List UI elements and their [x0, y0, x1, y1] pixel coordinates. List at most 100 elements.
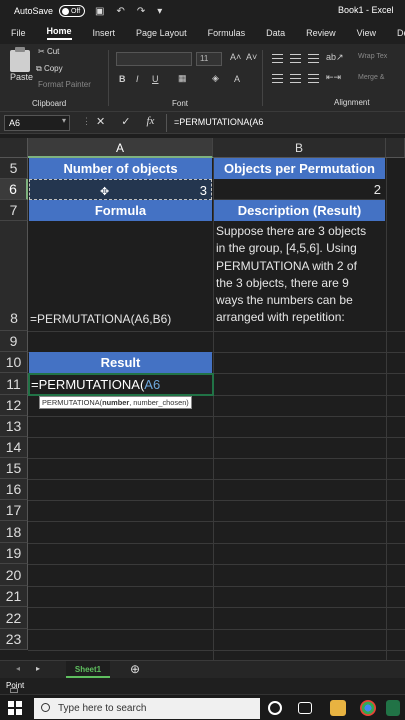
tab-review[interactable]: Review	[306, 28, 336, 38]
redo-icon[interactable]: ↷	[137, 6, 145, 17]
prev-sheet-icon[interactable]: ◂	[16, 664, 20, 673]
ribbon: Paste ✂ Cut ⧉ Copy Format Painter Clipbo…	[0, 44, 405, 112]
worksheet-grid[interactable]: A B 5 6 7 8 9 10 11 12 13 14 15 16 17 18…	[0, 134, 405, 660]
sheet-tab-bar: ◂ ▸ Sheet1 ⊕	[0, 660, 405, 678]
column-header-a[interactable]: A	[28, 138, 213, 158]
enter-icon[interactable]: ✓	[121, 115, 130, 128]
chevron-down-icon[interactable]: ▾	[62, 116, 66, 125]
wrap-text-button[interactable]: Wrap Tex	[358, 53, 387, 60]
tab-home[interactable]: Home	[46, 26, 72, 40]
add-sheet-icon[interactable]: ⊕	[130, 662, 140, 676]
shrink-font-icon[interactable]: A˅	[246, 52, 257, 62]
cell-b5[interactable]: Objects per Permutation	[214, 158, 385, 179]
customize-icon[interactable]: ▾	[157, 6, 162, 17]
tab-formulas[interactable]: Formulas	[208, 28, 246, 38]
row-header-8[interactable]: 8	[0, 221, 28, 331]
middle-align-icon[interactable]	[290, 54, 301, 63]
row-header-15[interactable]: 15	[0, 458, 28, 479]
cell-b7[interactable]: Description (Result)	[214, 200, 385, 221]
gridline	[28, 564, 405, 565]
save-icon[interactable]: ▣	[95, 6, 104, 17]
next-sheet-icon[interactable]: ▸	[36, 664, 40, 673]
orientation-icon[interactable]: ab↗	[326, 52, 344, 63]
tab-insert[interactable]: Insert	[93, 28, 116, 38]
grow-font-icon[interactable]: A˄	[230, 52, 241, 62]
undo-icon[interactable]: ↶	[116, 6, 124, 17]
taskbar-search[interactable]: Type here to search	[34, 698, 260, 719]
row-header-12[interactable]: 12	[0, 395, 28, 416]
cut-button[interactable]: ✂ Cut	[38, 47, 59, 56]
align-right-icon[interactable]	[308, 74, 319, 83]
cell-a7[interactable]: Formula	[29, 200, 212, 221]
row-header-13[interactable]: 13	[0, 416, 28, 437]
format-painter-button[interactable]: Format Painter	[38, 80, 91, 89]
font-label: Font	[172, 99, 189, 108]
cell-a11-editing[interactable]: =PERMUTATIONA(A6	[28, 373, 214, 396]
font-color-icon[interactable]: A	[234, 74, 240, 84]
autosave-toggle[interactable]: Off	[59, 5, 86, 17]
italic-button[interactable]: I	[136, 74, 139, 84]
row-header-9[interactable]: 9	[0, 331, 28, 352]
indent-icon[interactable]: ⇤⇥	[326, 72, 341, 83]
fill-color-icon[interactable]: ◈	[212, 73, 219, 84]
cell-a10[interactable]: Result	[29, 352, 212, 373]
row-header-19[interactable]: 19	[0, 543, 28, 564]
excel-taskbar-icon[interactable]	[386, 700, 400, 716]
tab-page-layout[interactable]: Page Layout	[136, 28, 187, 38]
row-header-16[interactable]: 16	[0, 479, 28, 500]
underline-button[interactable]: U	[152, 74, 159, 84]
gridline	[28, 650, 405, 651]
accessibility-icon[interactable]	[10, 688, 18, 693]
merge-button[interactable]: Merge &	[358, 74, 384, 81]
tab-file[interactable]: File	[11, 28, 26, 38]
column-header-b[interactable]: B	[213, 138, 386, 158]
gridline	[28, 607, 405, 608]
row-header-7[interactable]: 7	[0, 200, 28, 221]
cortana-icon[interactable]	[268, 701, 282, 715]
bottom-align-icon[interactable]	[308, 54, 319, 63]
task-view-icon[interactable]	[298, 702, 312, 714]
row-header-20[interactable]: 20	[0, 564, 28, 586]
column-header-c[interactable]	[386, 138, 405, 158]
windows-start-icon[interactable]	[8, 701, 22, 715]
row-header-5[interactable]: 5	[0, 158, 28, 179]
align-center-icon[interactable]	[290, 74, 301, 83]
copy-button[interactable]: ⧉ Copy	[36, 64, 63, 74]
row-header-18[interactable]: 18	[0, 521, 28, 543]
row-header-6[interactable]: 6	[0, 179, 28, 200]
tab-developer[interactable]: Develop	[397, 28, 405, 38]
select-all-corner[interactable]	[0, 138, 28, 158]
cell-b6[interactable]: 2	[214, 179, 385, 200]
insert-function-icon[interactable]: fx	[146, 115, 154, 128]
bold-button[interactable]: B	[119, 74, 126, 84]
formula-input[interactable]: =PERMUTATIONA(A6	[174, 117, 263, 127]
tab-data[interactable]: Data	[266, 28, 285, 38]
row-header-11[interactable]: 11	[0, 373, 28, 395]
paste-icon[interactable]	[10, 47, 30, 72]
sheet-tab-sheet1[interactable]: Sheet1	[66, 661, 110, 678]
tab-view[interactable]: View	[357, 28, 376, 38]
row-header-22[interactable]: 22	[0, 607, 28, 629]
top-align-icon[interactable]	[272, 54, 283, 63]
cancel-icon[interactable]: ✕	[96, 115, 105, 128]
font-size-box[interactable]: 11	[196, 52, 222, 66]
cell-a6[interactable]: 3	[29, 179, 212, 200]
borders-icon[interactable]: ▦	[178, 73, 187, 84]
file-explorer-icon[interactable]	[330, 700, 346, 716]
row-header-23[interactable]: 23	[0, 629, 28, 650]
paste-button[interactable]: Paste	[10, 72, 33, 82]
name-box[interactable]: A6	[4, 115, 70, 131]
row-header-21[interactable]: 21	[0, 586, 28, 607]
align-left-icon[interactable]	[272, 74, 283, 83]
formula-reference: A6	[144, 377, 161, 392]
row-header-17[interactable]: 17	[0, 500, 28, 521]
cell-a5[interactable]: Number of objects	[29, 158, 212, 179]
row-header-10[interactable]: 10	[0, 352, 28, 373]
function-tooltip[interactable]: PERMUTATIONA(number, number_chosen)	[39, 396, 192, 409]
cell-a8[interactable]: =PERMUTATIONA(A6,B6)	[30, 312, 213, 330]
cell-b8[interactable]: Suppose there are 3 objects in the group…	[214, 223, 386, 330]
tooltip-arg-number[interactable]: number	[102, 398, 129, 407]
row-header-14[interactable]: 14	[0, 437, 28, 458]
chrome-icon[interactable]	[360, 700, 376, 716]
font-name-box[interactable]	[116, 52, 192, 66]
